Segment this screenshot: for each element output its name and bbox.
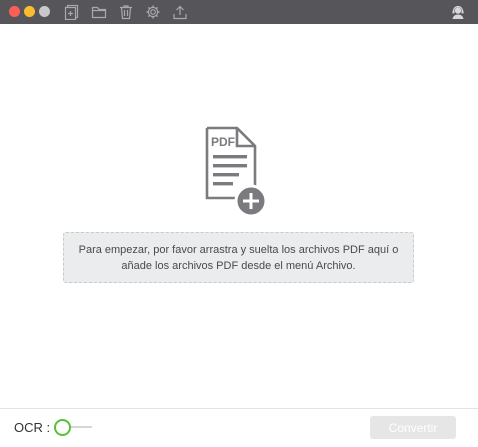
dropzone-text: Para empezar, por favor arrastra y suelt… [78, 243, 399, 272]
support-agent-icon[interactable] [450, 4, 466, 20]
ocr-toggle-knob[interactable] [54, 419, 71, 436]
add-pdf-icon[interactable]: PDF [204, 126, 270, 218]
drop-area-panel[interactable]: PDF [0, 24, 478, 408]
convert-button[interactable]: Convertir [370, 416, 456, 439]
new-document-icon[interactable] [64, 4, 80, 20]
ocr-label: OCR : [14, 420, 51, 435]
minimize-window-button[interactable] [24, 6, 35, 17]
close-window-button[interactable] [9, 6, 20, 17]
settings-gear-icon[interactable] [145, 4, 161, 20]
ocr-toggle[interactable] [54, 419, 92, 436]
footer-bar: OCR : Convertir [0, 408, 478, 447]
zoom-window-button[interactable] [39, 6, 50, 17]
trash-icon[interactable] [118, 4, 134, 20]
folder-icon[interactable] [91, 4, 107, 20]
title-bar [0, 0, 478, 24]
pdf-icon-label: PDF [211, 135, 235, 149]
dropzone-instructions: Para empezar, por favor arrastra y suelt… [63, 232, 414, 283]
app-window: PDF Para empezar, por favor arrastra y s… [0, 0, 478, 447]
upload-icon[interactable] [172, 4, 188, 20]
